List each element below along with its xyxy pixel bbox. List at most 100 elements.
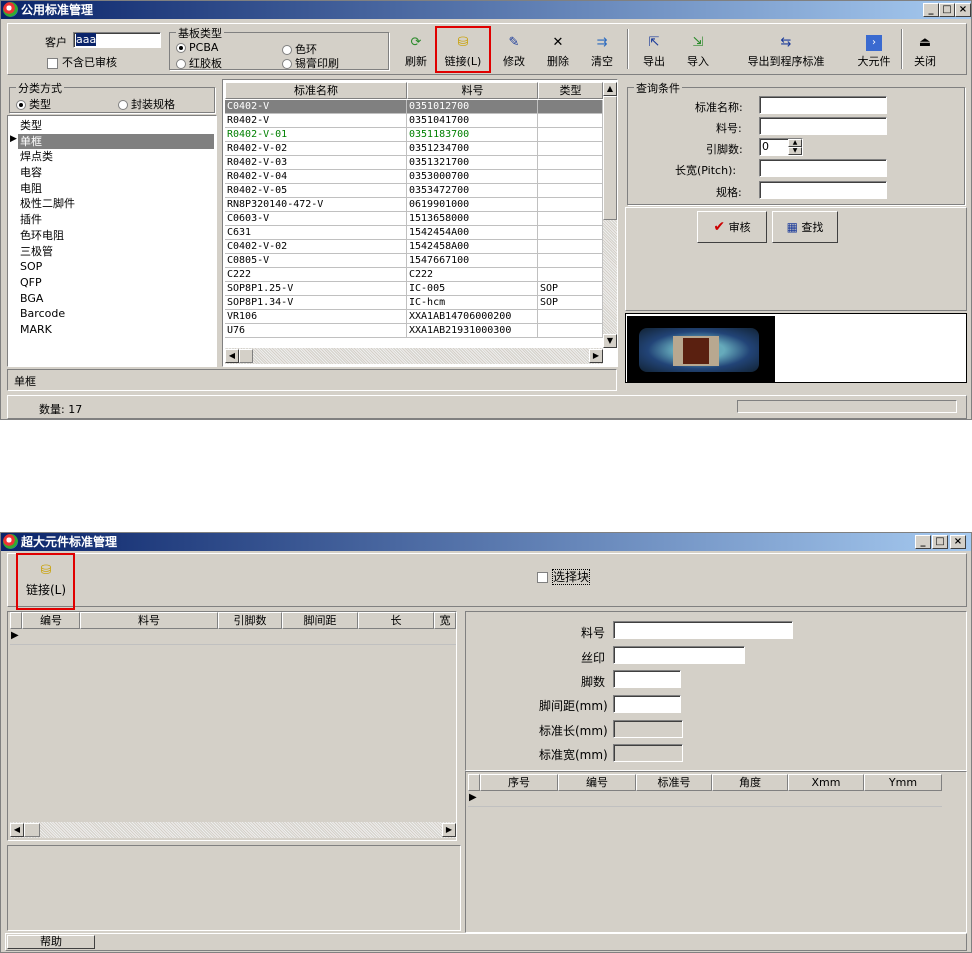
- col-header-angle[interactable]: 角度: [712, 774, 788, 791]
- table-row[interactable]: RN8P320140-472-V 0619901000: [225, 198, 603, 212]
- category-item[interactable]: 色环电阻: [18, 228, 214, 244]
- q-pins-spinner[interactable]: ▲ ▼: [788, 139, 802, 155]
- scroll-left-button[interactable]: ◀: [225, 349, 239, 363]
- col-header-std[interactable]: 标准号: [636, 774, 712, 791]
- search-button[interactable]: ▦ 查找: [772, 211, 838, 243]
- vertical-scrollbar[interactable]: ▲ ▼: [603, 82, 617, 348]
- scroll-down-button[interactable]: ▼: [603, 334, 617, 348]
- table-row[interactable]: C222 C222: [225, 268, 603, 282]
- table-row[interactable]: SOP8P1.34-V IC-hcm SOP: [225, 296, 603, 310]
- clear-button[interactable]: ⇉ 清空: [585, 35, 619, 69]
- category-item[interactable]: QFP: [18, 275, 214, 291]
- table-row[interactable]: R0402-V-02 0351234700: [225, 142, 603, 156]
- radio-package[interactable]: 封装规格: [118, 96, 175, 112]
- table-row[interactable]: C631 1542454A00: [225, 226, 603, 240]
- spin-down-button[interactable]: ▼: [788, 147, 802, 155]
- col-header-number[interactable]: 编号: [558, 774, 636, 791]
- q-part-input[interactable]: [759, 117, 887, 135]
- table-row[interactable]: C0402-V 0351012700: [225, 100, 603, 114]
- scroll-up-button[interactable]: ▲: [603, 82, 617, 96]
- category-item[interactable]: MARK: [18, 322, 214, 338]
- table-row[interactable]: SOP8P1.25-V IC-005 SOP: [225, 282, 603, 296]
- f-silk-input[interactable]: [613, 646, 745, 664]
- minimize-button[interactable]: _: [923, 3, 939, 17]
- category-item[interactable]: 单框: [18, 133, 214, 150]
- f-pins-input[interactable]: [613, 670, 681, 688]
- table-row[interactable]: R0402-V-04 0353000700: [225, 170, 603, 184]
- radio-red-glue[interactable]: 红胶板: [176, 55, 222, 71]
- table-row[interactable]: U76 XXA1AB21931000300: [225, 324, 603, 338]
- col-header-length[interactable]: 长: [358, 612, 434, 629]
- scroll-left-button[interactable]: ◀: [10, 823, 24, 837]
- radio-pcba[interactable]: PCBA: [176, 41, 218, 54]
- col-header-part[interactable]: 料号: [80, 612, 218, 629]
- grid-row[interactable]: ▶: [10, 629, 456, 645]
- col-header-seq[interactable]: 序号: [480, 774, 558, 791]
- category-item[interactable]: 类型: [18, 118, 214, 134]
- horizontal-scrollbar[interactable]: ◀ ▶: [225, 348, 603, 364]
- q-name-input[interactable]: [759, 96, 887, 114]
- table-row[interactable]: C0402-V-02 1542458A00: [225, 240, 603, 254]
- table-row[interactable]: C0603-V 1513658000: [225, 212, 603, 226]
- table-row[interactable]: VR106 XXA1AB14706000200: [225, 310, 603, 324]
- radio-type[interactable]: 类型: [16, 96, 51, 112]
- export-program-button[interactable]: ⇆ 导出到程序标准: [739, 35, 833, 69]
- scroll-right-button[interactable]: ▶: [589, 349, 603, 363]
- scroll-thumb[interactable]: [603, 96, 617, 220]
- col-header-xmm[interactable]: Xmm: [788, 774, 864, 791]
- table-row[interactable]: R0402-V-05 0353472700: [225, 184, 603, 198]
- maximize-button-2[interactable]: □: [932, 535, 948, 549]
- scroll-right-button[interactable]: ▶: [442, 823, 456, 837]
- category-item[interactable]: BGA: [18, 291, 214, 307]
- table-row[interactable]: R0402-V 0351041700: [225, 114, 603, 128]
- category-item[interactable]: 电阻: [18, 181, 214, 197]
- category-item[interactable]: 插件: [18, 212, 214, 228]
- select-block-checkbox[interactable]: 选择块: [537, 568, 591, 585]
- hscroll-thumb[interactable]: [24, 823, 40, 837]
- minimize-button-2[interactable]: _: [915, 535, 931, 549]
- import-button[interactable]: ⇲ 导入: [681, 35, 715, 69]
- table-row[interactable]: C0805-V 1547667100: [225, 254, 603, 268]
- close-window-button-2[interactable]: ×: [950, 535, 966, 549]
- export-button[interactable]: ⇱ 导出: [637, 35, 671, 69]
- col-header-id[interactable]: 编号: [22, 612, 80, 629]
- col-header-part[interactable]: 料号: [407, 82, 538, 99]
- audit-button[interactable]: ✔ 审核: [697, 211, 767, 243]
- col-header-name[interactable]: 标准名称: [225, 82, 407, 99]
- big-component-button[interactable]: › 大元件: [853, 35, 895, 69]
- horizontal-scrollbar-2[interactable]: ◀ ▶: [10, 822, 456, 838]
- col-header-pitch[interactable]: 脚间距: [282, 612, 358, 629]
- maximize-button[interactable]: □: [939, 3, 955, 17]
- f-part-input[interactable]: [613, 621, 793, 639]
- modify-button[interactable]: ✎ 修改: [497, 35, 531, 69]
- table-row[interactable]: R0402-V-03 0351321700: [225, 156, 603, 170]
- radio-solder-paste[interactable]: 锡膏印刷: [282, 55, 339, 71]
- not-audited-checkbox[interactable]: 不含已审核: [47, 54, 117, 70]
- category-item[interactable]: 极性二脚件: [18, 196, 214, 212]
- col-header-pins[interactable]: 引脚数: [218, 612, 282, 629]
- category-item[interactable]: Barcode: [18, 306, 214, 322]
- col-header-ymm[interactable]: Ymm: [864, 774, 942, 791]
- category-item[interactable]: 三极管: [18, 244, 214, 260]
- checkbox-box[interactable]: [537, 572, 548, 583]
- delete-button[interactable]: ✕ 删除: [541, 35, 575, 69]
- checkbox-box[interactable]: [47, 57, 58, 69]
- help-button[interactable]: 帮助: [7, 935, 95, 949]
- f-pitch-input[interactable]: [613, 695, 681, 713]
- category-item[interactable]: SOP: [18, 259, 214, 275]
- grid-row[interactable]: ▶: [468, 791, 942, 807]
- category-item[interactable]: 电容: [18, 165, 214, 181]
- close-window-button[interactable]: ×: [955, 3, 971, 17]
- q-spec-input[interactable]: [759, 181, 887, 199]
- hscroll-thumb[interactable]: [239, 349, 253, 363]
- category-item[interactable]: 焊点类: [18, 149, 214, 165]
- col-header-width[interactable]: 宽: [434, 612, 456, 629]
- q-pitch-input[interactable]: [759, 159, 887, 177]
- close-button[interactable]: ⏏ 关闭: [907, 35, 943, 69]
- col-header-type[interactable]: 类型: [538, 82, 603, 99]
- spin-up-button[interactable]: ▲: [788, 139, 802, 147]
- table-row[interactable]: R0402-V-01 0351183700: [225, 128, 603, 142]
- cell-part: XXA1AB14706000200: [407, 310, 538, 324]
- customer-input[interactable]: aaa: [73, 32, 161, 48]
- refresh-button[interactable]: ⟳ 刷新: [399, 35, 433, 69]
